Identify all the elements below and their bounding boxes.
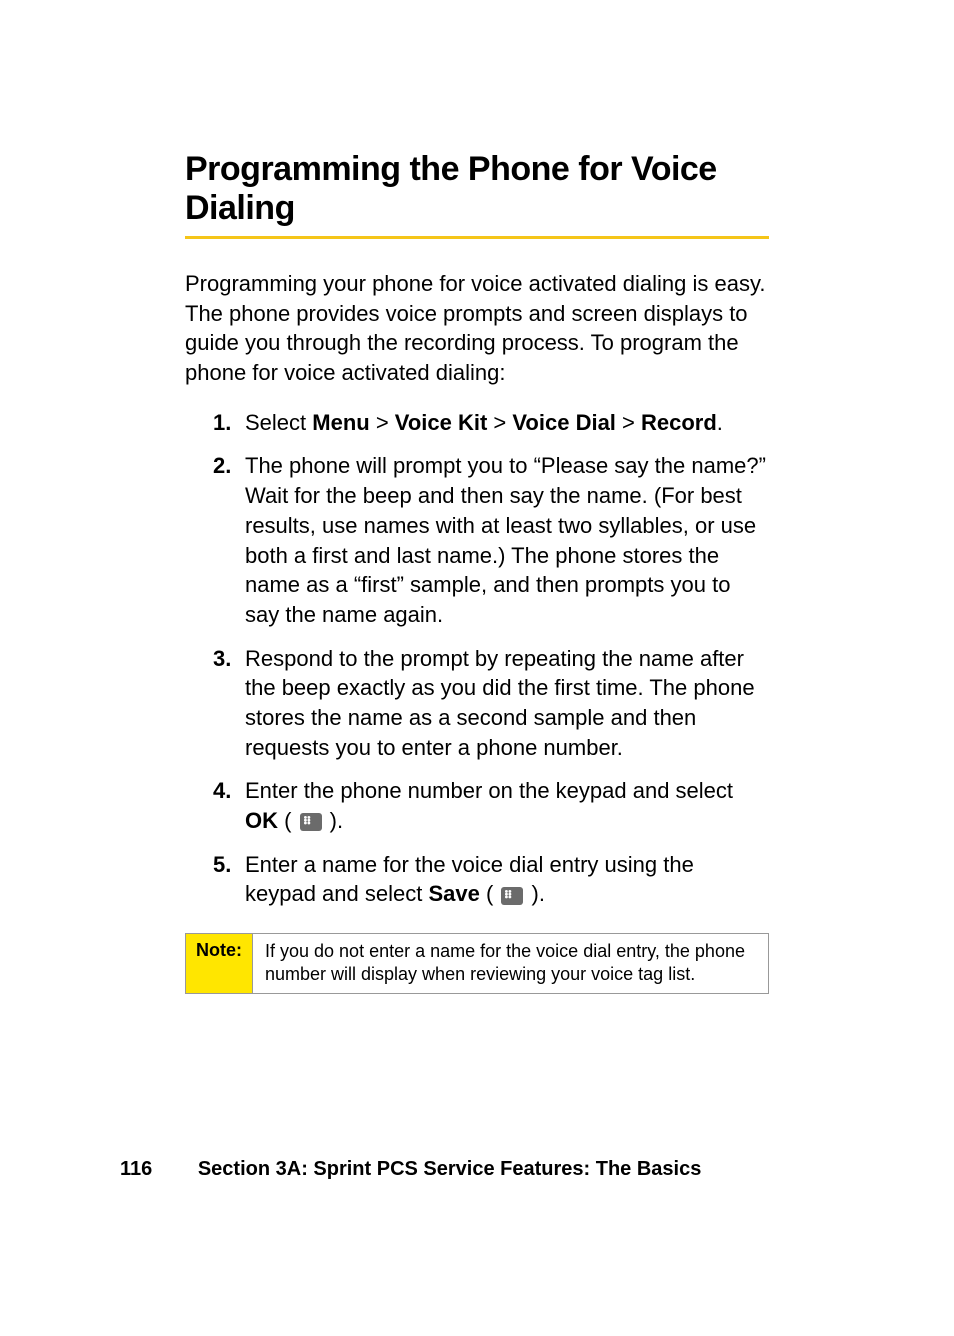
step-number: 2. <box>213 451 245 629</box>
step-text: Select Menu > Voice Kit > Voice Dial > R… <box>245 408 769 438</box>
paren-close: ). <box>525 881 545 906</box>
sep: > <box>370 410 395 435</box>
step-2: 2. The phone will prompt you to “Please … <box>213 451 769 629</box>
title-underline <box>185 236 769 239</box>
note-label: Note: <box>186 934 253 993</box>
page-number: 116 <box>120 1158 152 1180</box>
page-title: Programming the Phone for Voice Dialing <box>185 150 769 228</box>
step-post: . <box>717 410 723 435</box>
intro-paragraph: Programming your phone for voice activat… <box>185 269 769 388</box>
softkey-icon <box>501 887 523 905</box>
paren-open: ( <box>278 808 298 833</box>
menu-path-3: Voice Dial <box>512 410 616 435</box>
footer-section: Section 3A: Sprint PCS Service Features:… <box>198 1158 702 1180</box>
step-text: Respond to the prompt by repeating the n… <box>245 644 769 763</box>
step-text: Enter a name for the voice dial entry us… <box>245 850 769 909</box>
step-3: 3. Respond to the prompt by repeating th… <box>213 644 769 763</box>
page-footer: 116 Section 3A: Sprint PCS Service Featu… <box>120 1158 701 1181</box>
step-4: 4. Enter the phone number on the keypad … <box>213 776 769 835</box>
paren-open: ( <box>480 881 500 906</box>
sep: > <box>616 410 641 435</box>
menu-path-2: Voice Kit <box>395 410 488 435</box>
step-number: 3. <box>213 644 245 763</box>
step-pre: Select <box>245 410 312 435</box>
step-5: 5. Enter a name for the voice dial entry… <box>213 850 769 909</box>
note-text: If you do not enter a name for the voice… <box>253 934 768 993</box>
steps-list: 1. Select Menu > Voice Kit > Voice Dial … <box>185 408 769 909</box>
step-text: Enter the phone number on the keypad and… <box>245 776 769 835</box>
step-1: 1. Select Menu > Voice Kit > Voice Dial … <box>213 408 769 438</box>
softkey-icon <box>300 813 322 831</box>
step-number: 1. <box>213 408 245 438</box>
sep: > <box>487 410 512 435</box>
menu-path-4: Record <box>641 410 717 435</box>
paren-close: ). <box>324 808 344 833</box>
ok-label: OK <box>245 808 278 833</box>
step-pre: Enter the phone number on the keypad and… <box>245 778 733 803</box>
menu-path-1: Menu <box>312 410 369 435</box>
step-number: 4. <box>213 776 245 835</box>
note-box: Note: If you do not enter a name for the… <box>185 933 769 994</box>
step-number: 5. <box>213 850 245 909</box>
step-text: The phone will prompt you to “Please say… <box>245 451 769 629</box>
save-label: Save <box>428 881 479 906</box>
